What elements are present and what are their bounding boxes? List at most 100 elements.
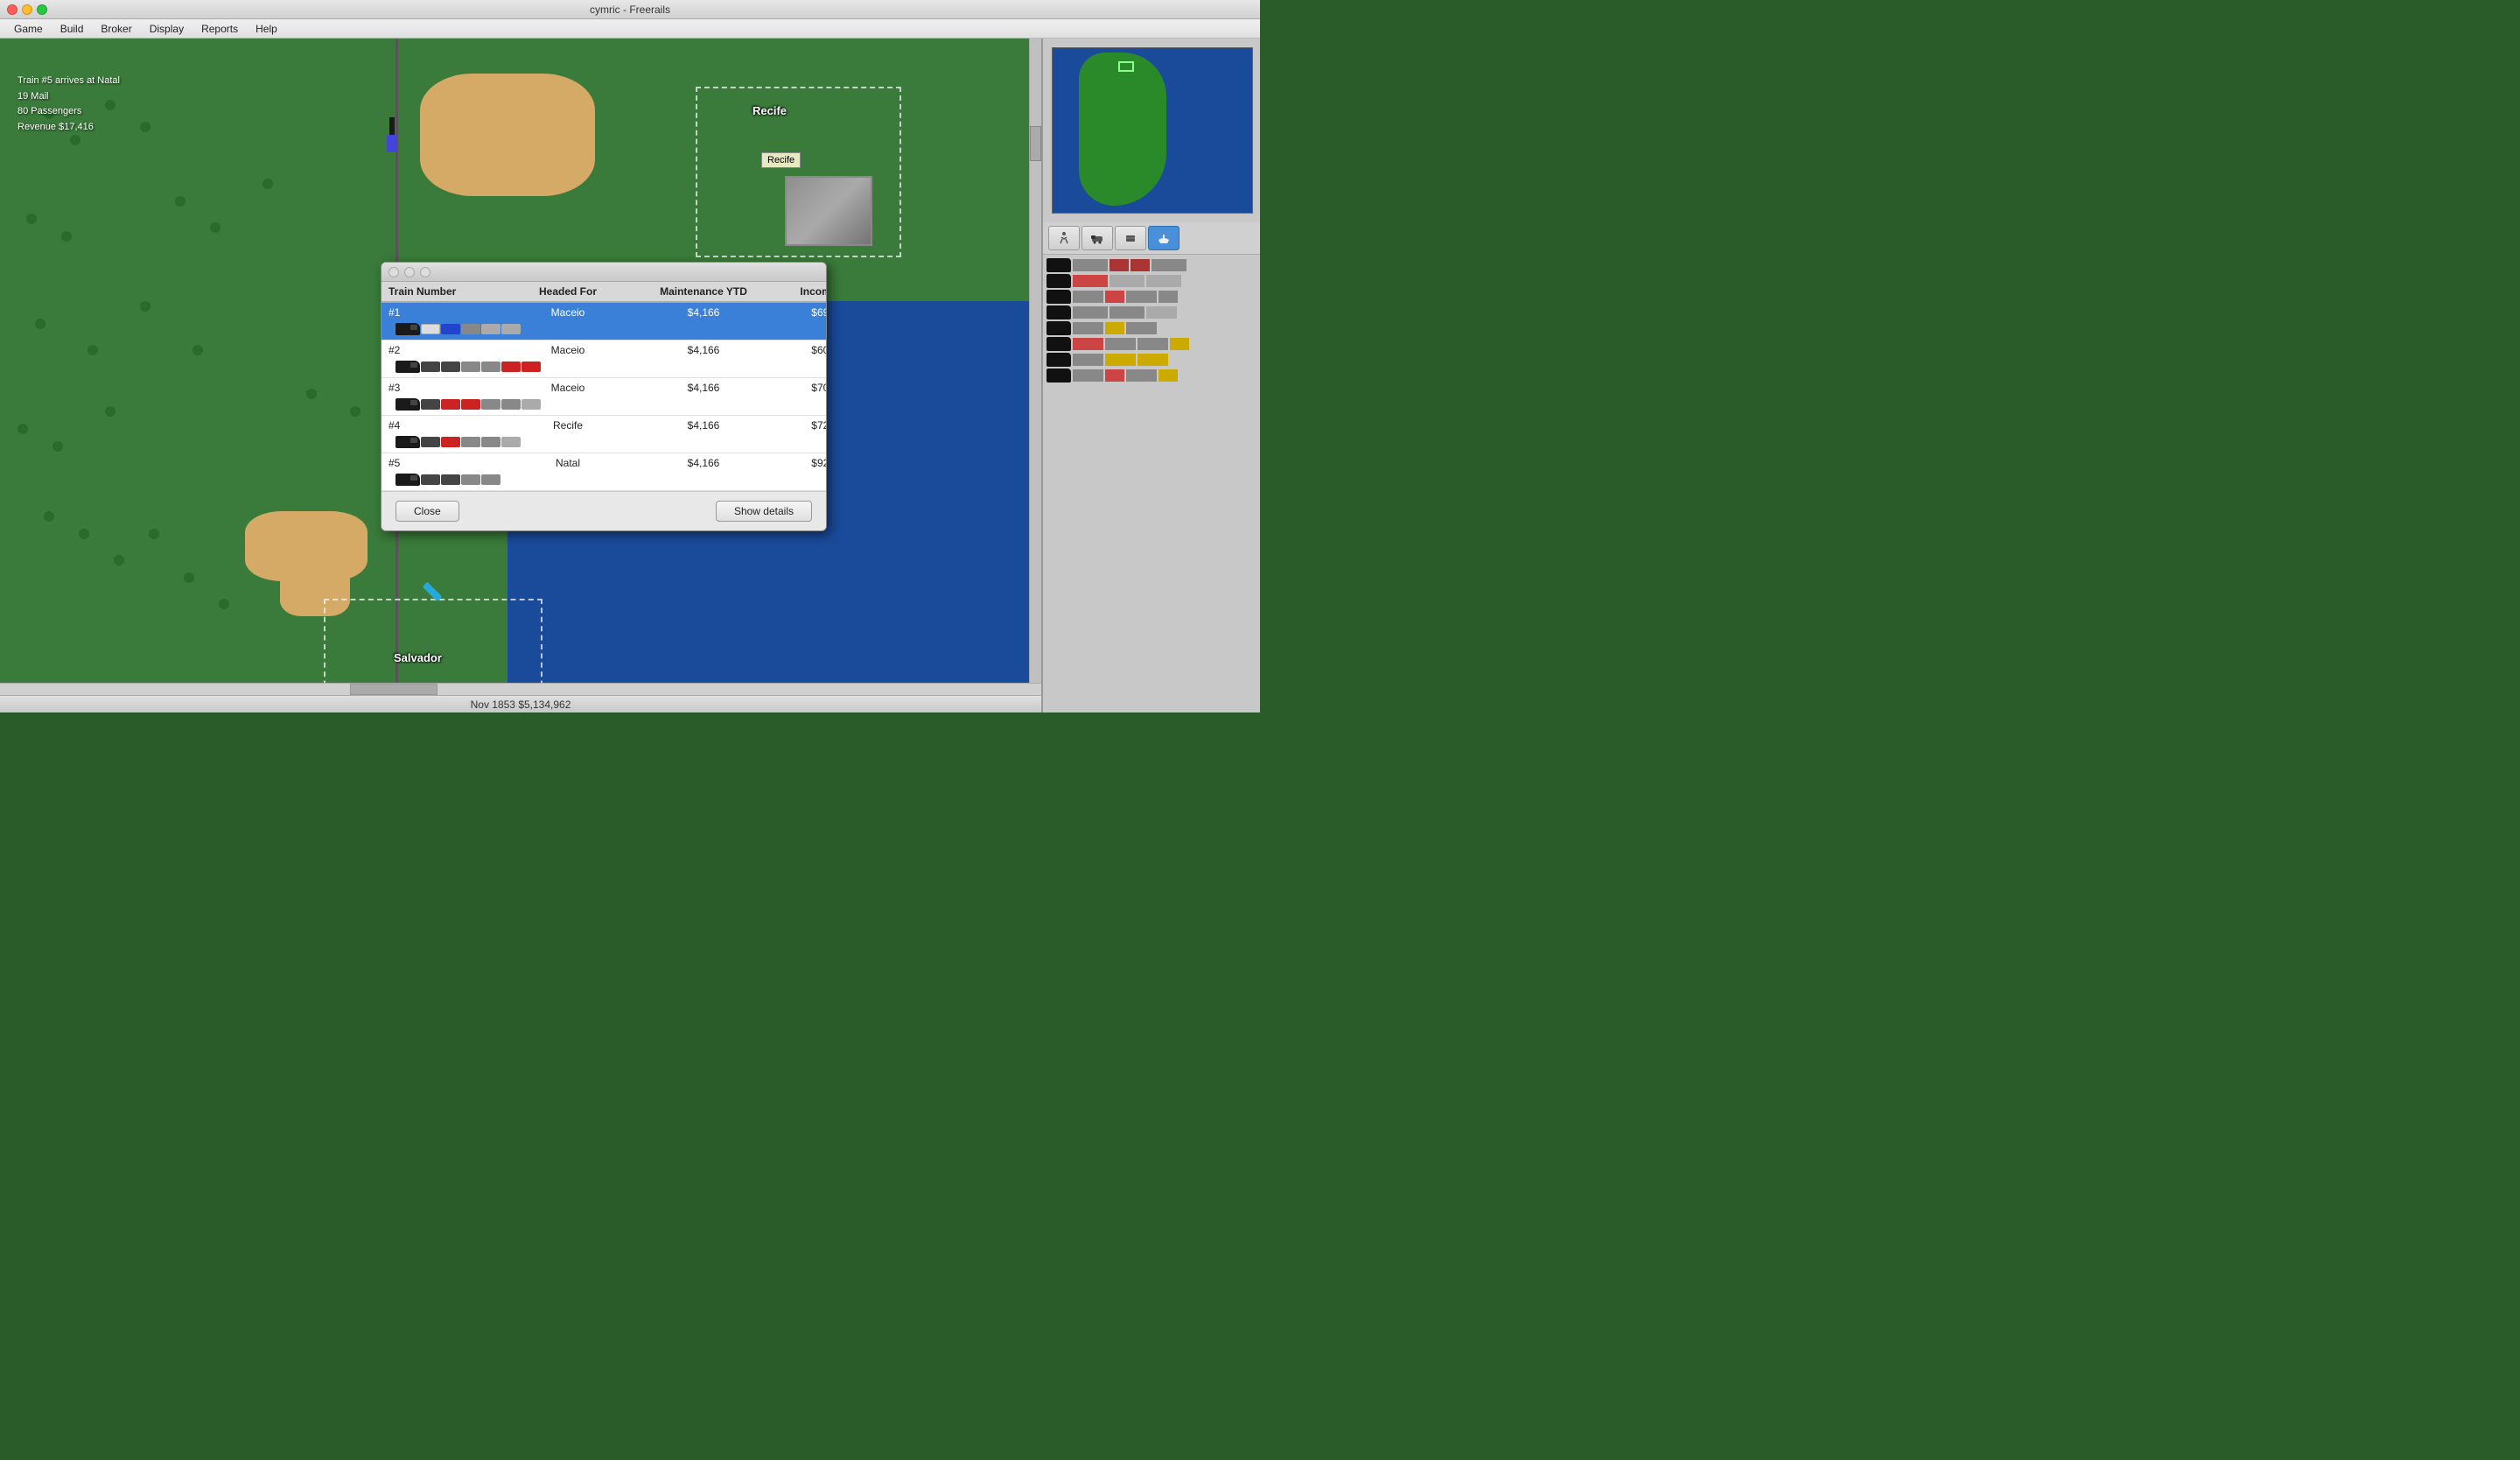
toolbar-btn-walk[interactable] xyxy=(1048,226,1080,250)
notification-line4: Revenue $17,416 xyxy=(18,120,120,136)
train-thumb-row-3 xyxy=(1046,290,1256,304)
menu-display[interactable]: Display xyxy=(143,21,191,37)
car-1d xyxy=(481,324,500,334)
table-row[interactable]: #2 Maceio $4,166 $60,672 xyxy=(382,340,826,378)
tree-22 xyxy=(219,599,229,609)
dialog-close-dot[interactable] xyxy=(388,267,399,277)
minimize-window-button[interactable] xyxy=(22,4,32,15)
car-5c xyxy=(461,474,480,485)
row-1-income: $69,804 xyxy=(774,306,826,319)
table-row[interactable]: #1 Maceio $4,166 $69,804 xyxy=(382,303,826,340)
thumb-loco-7 xyxy=(1046,353,1071,367)
train-thumb-row-6 xyxy=(1046,337,1256,351)
tree-20 xyxy=(149,529,159,539)
thumb-car-6b xyxy=(1105,338,1136,350)
menu-broker[interactable]: Broker xyxy=(94,21,138,37)
menu-game[interactable]: Game xyxy=(7,21,50,37)
loco-3 xyxy=(396,398,420,411)
table-row[interactable]: #3 Maceio $4,166 $70,249 xyxy=(382,378,826,416)
car-2e xyxy=(501,361,521,372)
dialog-min-dot[interactable] xyxy=(404,267,415,277)
train-2-graphic xyxy=(396,360,819,374)
table-row[interactable]: #4 Recife $4,166 $72,980 xyxy=(382,416,826,453)
horizontal-scrollbar[interactable] xyxy=(0,683,1041,695)
car-3a xyxy=(421,399,440,410)
thumb-car-3c xyxy=(1126,291,1157,303)
mini-continent xyxy=(1079,53,1166,206)
col-header-headed-for: Headed For xyxy=(502,285,634,298)
train-thumbnails xyxy=(1043,255,1260,388)
row-5-income: $92,183 xyxy=(774,457,826,469)
scrollbar-thumb[interactable] xyxy=(1030,126,1041,161)
tree-5 xyxy=(26,214,37,224)
tree-23 xyxy=(306,389,317,399)
toolbar-btn-cargo[interactable] xyxy=(1115,226,1146,250)
row-2-top: #2 Maceio $4,166 $60,672 xyxy=(382,340,826,358)
loco-5 xyxy=(396,474,420,486)
thumb-car-5b xyxy=(1105,322,1124,334)
train-thumb-row-2 xyxy=(1046,274,1256,288)
row-1-destination: Maceio xyxy=(502,306,634,319)
mini-map xyxy=(1052,47,1253,214)
dialog-max-dot[interactable] xyxy=(420,267,430,277)
thumb-car-4c xyxy=(1146,306,1177,319)
train-thumb-row-4 xyxy=(1046,305,1256,319)
tree-16 xyxy=(105,406,116,417)
game-area: Recife Salvador Recife Train #5 arrives … xyxy=(0,39,1260,712)
train-4-graphic xyxy=(396,435,819,449)
maximize-window-button[interactable] xyxy=(37,4,47,15)
notification-line2: 19 Mail xyxy=(18,89,120,105)
tree-11 xyxy=(88,345,98,355)
recife-tooltip: Recife xyxy=(761,152,801,168)
row-4-top: #4 Recife $4,166 $72,980 xyxy=(382,416,826,433)
thumb-car-8d xyxy=(1158,369,1178,382)
tree-14 xyxy=(18,424,28,434)
city-salvador-label: Salvador xyxy=(394,651,442,664)
loco-1 xyxy=(396,323,420,335)
row-5-top: #5 Natal $4,166 $92,183 xyxy=(382,453,826,471)
train-5-graphic xyxy=(396,473,819,487)
car-5b xyxy=(441,474,460,485)
row-3-maintenance: $4,166 xyxy=(634,382,774,394)
loco-4 xyxy=(396,436,420,448)
thumb-car-8a xyxy=(1073,369,1103,382)
h-scrollbar-thumb[interactable] xyxy=(350,684,438,695)
train-1-graphic xyxy=(396,322,819,336)
tree-9 xyxy=(262,179,273,189)
row-5-maintenance: $4,166 xyxy=(634,457,774,469)
thumb-car-3a xyxy=(1073,291,1103,303)
menu-help[interactable]: Help xyxy=(248,21,284,37)
toolbar-btn-train[interactable] xyxy=(1082,226,1113,250)
menu-reports[interactable]: Reports xyxy=(194,21,245,37)
car-4c xyxy=(461,437,480,447)
thumb-car-1d xyxy=(1152,259,1186,271)
vertical-scrollbar[interactable] xyxy=(1029,39,1041,712)
show-details-button[interactable]: Show details xyxy=(716,501,812,522)
row-2-maintenance: $4,166 xyxy=(634,344,774,356)
car-2a xyxy=(421,361,440,372)
thumb-car-4b xyxy=(1110,306,1144,319)
row-4-maintenance: $4,166 xyxy=(634,419,774,432)
train-sprite-2 xyxy=(387,135,397,152)
menu-build[interactable]: Build xyxy=(53,21,91,37)
car-1b xyxy=(441,324,460,334)
train-thumb-row-5 xyxy=(1046,321,1256,335)
table-header: Train Number Headed For Maintenance YTD … xyxy=(382,282,826,303)
car-4e xyxy=(501,437,521,447)
car-2c xyxy=(461,361,480,372)
train-thumb-row-7 xyxy=(1046,353,1256,367)
car-3c xyxy=(461,399,480,410)
thumb-car-6a xyxy=(1073,338,1103,350)
close-button[interactable]: Close xyxy=(396,501,459,522)
thumb-car-5c xyxy=(1126,322,1157,334)
table-row[interactable]: #5 Natal $4,166 $92,183 xyxy=(382,453,826,491)
thumb-car-2c xyxy=(1146,275,1181,287)
close-window-button[interactable] xyxy=(7,4,18,15)
tree-10 xyxy=(35,319,46,329)
thumb-car-6c xyxy=(1138,338,1168,350)
tree-8 xyxy=(210,222,220,233)
row-3-number: #3 xyxy=(388,382,502,394)
toolbar-btn-ship[interactable] xyxy=(1148,226,1180,250)
tree-6 xyxy=(61,231,72,242)
row-1-number: #1 xyxy=(388,306,502,319)
